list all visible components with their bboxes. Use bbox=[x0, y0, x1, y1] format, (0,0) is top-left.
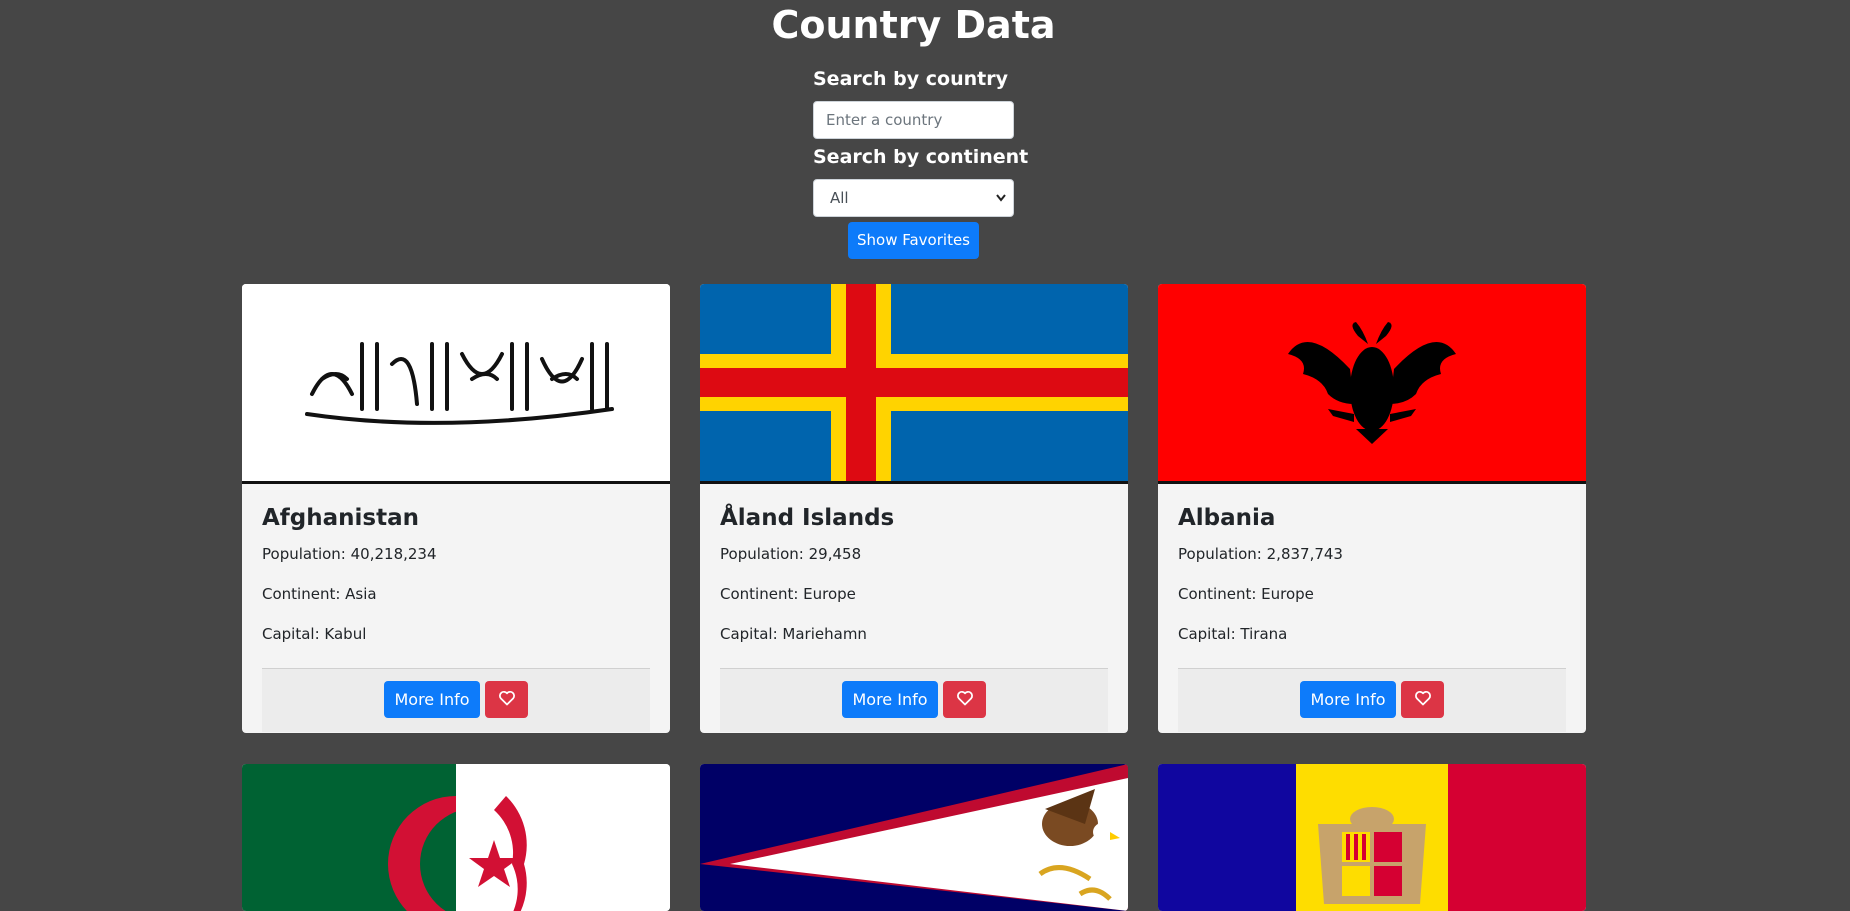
favorite-button[interactable] bbox=[485, 681, 528, 718]
heart-icon bbox=[956, 690, 974, 709]
afghanistan-flag bbox=[242, 284, 670, 484]
country-continent: Continent: Europe bbox=[720, 585, 856, 603]
continent-select-value: All bbox=[830, 189, 849, 207]
country-card-afghanistan: Afghanistan Population: 40,218,234 Conti… bbox=[242, 284, 670, 733]
card-footer: More Info bbox=[1178, 668, 1566, 732]
country-card-algeria bbox=[242, 764, 670, 911]
country-population: Population: 29,458 bbox=[720, 545, 862, 563]
country-population: Population: 2,837,743 bbox=[1178, 545, 1343, 563]
country-search-input[interactable] bbox=[813, 101, 1014, 139]
andorra-flag bbox=[1158, 764, 1586, 911]
more-info-button[interactable]: More Info bbox=[1300, 681, 1396, 718]
algeria-flag bbox=[242, 764, 670, 911]
country-card-andorra bbox=[1158, 764, 1586, 911]
more-info-button[interactable]: More Info bbox=[842, 681, 938, 718]
page: Country Data Search by country Search by… bbox=[0, 0, 1850, 911]
american-samoa-flag bbox=[700, 764, 1128, 911]
favorite-button[interactable] bbox=[943, 681, 986, 718]
card-footer: More Info bbox=[262, 668, 650, 732]
continent-search-group: Search by continent All bbox=[813, 145, 1029, 217]
favorite-button[interactable] bbox=[1401, 681, 1444, 718]
country-continent: Continent: Asia bbox=[262, 585, 377, 603]
page-title: Country Data bbox=[771, 3, 1056, 47]
continent-search-label: Search by continent bbox=[813, 146, 1029, 168]
country-capital: Capital: Tirana bbox=[1178, 625, 1288, 643]
chevron-down-icon bbox=[995, 180, 1007, 230]
card-footer: More Info bbox=[720, 668, 1108, 732]
more-info-button[interactable]: More Info bbox=[384, 681, 480, 718]
country-name: Åland Islands bbox=[720, 505, 895, 531]
country-name: Afghanistan bbox=[262, 505, 420, 531]
country-card-american-samoa bbox=[700, 764, 1128, 911]
country-search-label: Search by country bbox=[813, 68, 1008, 90]
country-capital: Capital: Kabul bbox=[262, 625, 367, 643]
country-continent: Continent: Europe bbox=[1178, 585, 1314, 603]
show-favorites-button[interactable]: Show Favorites bbox=[848, 222, 979, 259]
card-body: Åland Islands Population: 29,458 Contine… bbox=[720, 484, 1108, 644]
country-search-group: Search by country bbox=[813, 67, 1015, 139]
heart-icon bbox=[1414, 690, 1432, 709]
country-name: Albania bbox=[1178, 505, 1276, 531]
aland-islands-flag bbox=[700, 284, 1128, 484]
country-population: Population: 40,218,234 bbox=[262, 545, 437, 563]
country-card-albania: Albania Population: 2,837,743 Continent:… bbox=[1158, 284, 1586, 733]
card-body: Afghanistan Population: 40,218,234 Conti… bbox=[262, 484, 650, 644]
card-body: Albania Population: 2,837,743 Continent:… bbox=[1178, 484, 1566, 644]
heart-icon bbox=[498, 690, 516, 709]
country-card-aland-islands: Åland Islands Population: 29,458 Contine… bbox=[700, 284, 1128, 733]
continent-select[interactable]: All bbox=[813, 179, 1014, 217]
albania-flag bbox=[1158, 284, 1586, 484]
country-capital: Capital: Mariehamn bbox=[720, 625, 867, 643]
